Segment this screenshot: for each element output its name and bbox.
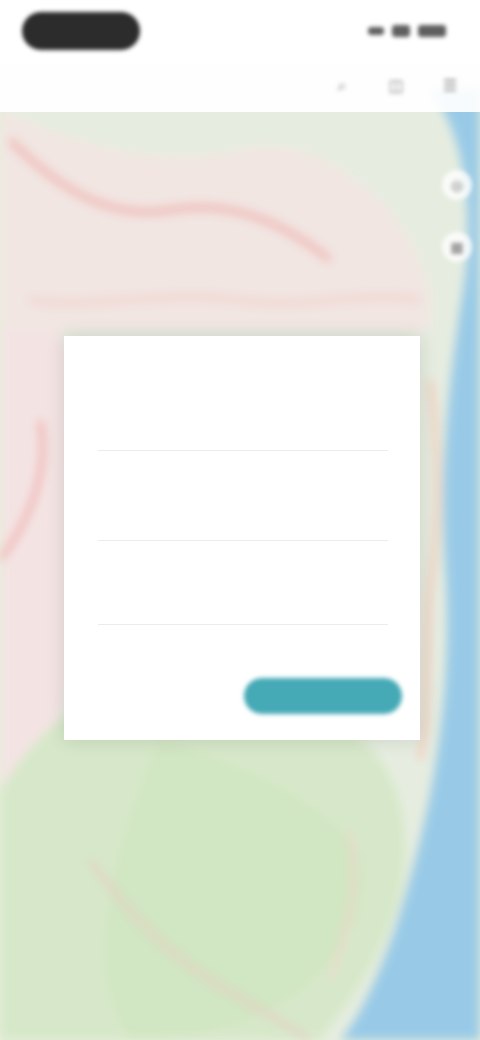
field-underline	[98, 624, 388, 625]
field-underline	[98, 540, 388, 541]
dialog-actions	[64, 674, 420, 718]
dialog-title	[64, 346, 420, 370]
field-underline	[98, 450, 388, 451]
field-2[interactable]	[98, 506, 388, 550]
confirm-button[interactable]	[244, 678, 402, 714]
dialog-subtitle	[88, 374, 398, 394]
field-1[interactable]	[98, 416, 388, 460]
field-3[interactable]	[98, 590, 388, 634]
cancel-button[interactable]	[120, 682, 208, 712]
dialog-card	[64, 336, 420, 740]
